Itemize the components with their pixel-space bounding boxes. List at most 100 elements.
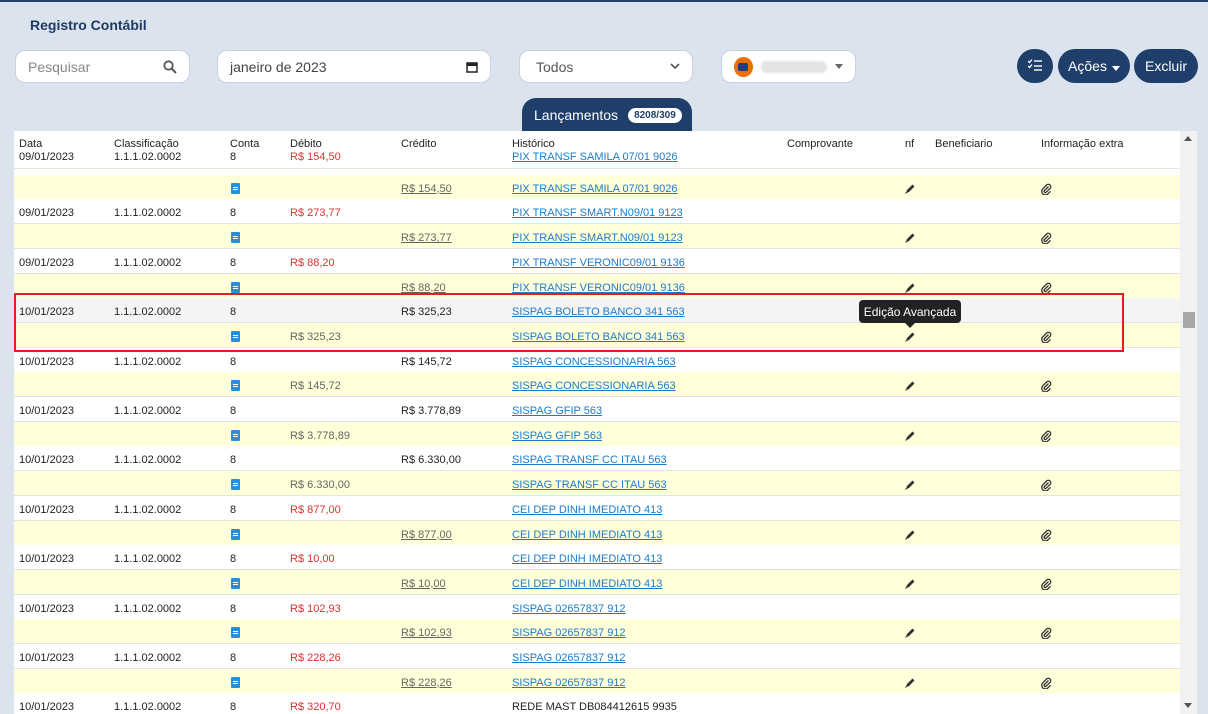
document-icon[interactable] [231,676,240,688]
paperclip-icon[interactable] [1040,183,1052,196]
cell-historico-link[interactable]: PIX TRANSF SMART.N09/01 9123 [512,232,683,244]
cell-historico-link[interactable]: CEI DEP DINH IMEDIATO 413 [512,553,662,565]
cell-historico-link[interactable]: REDE MAST DB084412615 9935 [512,701,677,713]
table-row[interactable]: 10/01/2023 1.1.1.02.0002 8 R$ 3.778,89 SISPA… [14,397,1180,422]
pencil-icon[interactable] [904,627,916,639]
paperclip-icon[interactable] [1040,479,1052,492]
table-row[interactable]: 10/01/2023 1.1.1.02.0002 8 R$ 10,00 CEI DEP … [14,545,1180,571]
search-input[interactable]: Pesquisar [28,59,90,75]
col-data[interactable]: Data [19,138,42,150]
cell-historico-link[interactable]: CEI DEP DINH IMEDIATO 413 [512,529,662,541]
cell-historico-link[interactable]: SISPAG 02657837 912 [512,603,626,615]
calendar-icon[interactable] [466,61,478,73]
filter-select[interactable]: Todos [519,50,693,83]
document-icon[interactable] [231,182,240,194]
month-picker[interactable]: janeiro de 2023 [217,50,491,83]
cell-historico-link[interactable]: PIX TRANSF VERONIC09/01 9136 [512,257,685,269]
table-row-entry[interactable]: R$ 10,00 CEI DEP DINH IMEDIATO 413 [14,569,1180,595]
table-row[interactable]: 10/01/2023 1.1.1.02.0002 8 R$ 102,93 SISPAG … [14,594,1180,620]
table-row[interactable]: 09/01/2023 1.1.1.02.0002 8 R$ 88,20 PIX TRAN… [14,248,1180,274]
document-icon[interactable] [231,627,240,639]
cell-historico-link[interactable]: SISPAG 02657837 912 [512,652,626,664]
cell-historico-link[interactable]: SISPAG 02657837 912 [512,677,626,689]
document-icon[interactable] [231,429,240,441]
document-icon[interactable] [231,281,240,293]
col-informacao-extra[interactable]: Informação extra [1041,138,1124,150]
table-row-entry[interactable]: R$ 6.330,00 SISPAG TRANSF CC ITAU 563 [14,471,1180,497]
pencil-icon[interactable] [904,232,916,244]
pencil-icon[interactable] [904,183,916,195]
vertical-scrollbar[interactable] [1180,131,1197,714]
cell-historico-link[interactable]: PIX TRANSF SMART.N09/01 9123 [512,207,683,219]
col-comprovante[interactable]: Comprovante [787,138,853,150]
cell-credito-link[interactable]: R$ 10,00 [401,578,446,590]
pencil-icon[interactable] [904,430,916,442]
paperclip-icon[interactable] [1040,232,1052,245]
cell-historico-link[interactable]: SISPAG GFIP 563 [512,405,602,417]
scroll-thumb[interactable] [1183,312,1195,328]
col-historico[interactable]: Histórico [512,138,555,150]
paperclip-icon[interactable] [1040,578,1052,591]
pencil-icon[interactable] [904,529,916,541]
table-row-entry[interactable]: R$ 228,26 SISPAG 02657837 912 [14,668,1180,694]
paperclip-icon[interactable] [1040,380,1052,393]
paperclip-icon[interactable] [1040,529,1052,542]
document-icon[interactable] [231,232,240,244]
scroll-up-arrow[interactable] [1184,136,1192,141]
paperclip-icon[interactable] [1040,430,1052,443]
cell-credito-link[interactable]: R$ 154,50 [401,183,452,195]
table-row-entry[interactable]: R$ 154,50 PIX TRANSF SAMILA 07/01 9026 [14,174,1180,200]
cell-historico-link[interactable]: SISPAG CONCESSIONARIA 563 [512,380,676,392]
table-row[interactable]: 10/01/2023 1.1.1.02.0002 8 R$ 320,70 REDE MA… [14,693,1180,714]
search-icon[interactable] [163,59,177,74]
cell-credito-link[interactable]: R$ 88,20 [401,282,446,294]
search-field[interactable]: Pesquisar [15,50,190,83]
cell-historico-link[interactable]: SISPAG TRANSF CC ITAU 563 [512,479,667,491]
cell-credito-link[interactable]: R$ 877,00 [401,529,452,541]
col-debito[interactable]: Débito [290,138,322,150]
document-icon[interactable] [231,479,240,491]
table-row[interactable]: 10/01/2023 1.1.1.02.0002 8 R$ 877,00 CEI DEP… [14,495,1180,521]
col-classificacao[interactable]: Classificação [114,138,179,150]
cell-historico-link[interactable]: SISPAG GFIP 563 [512,430,602,442]
pencil-icon[interactable] [904,380,916,392]
pencil-icon[interactable] [904,578,916,590]
document-icon[interactable] [231,577,240,589]
tab-lancamentos[interactable]: Lançamentos 8208/309 [522,98,692,132]
col-credito[interactable]: Crédito [401,138,436,150]
table-row-entry[interactable]: R$ 273,77 PIX TRANSF SMART.N09/01 9123 [14,224,1180,250]
bank-account-select[interactable] [721,50,856,83]
table-row-entry[interactable]: R$ 3.778,89 SISPAG GFIP 563 [14,421,1180,447]
acoes-button[interactable]: Ações [1058,49,1130,83]
cell-credito-link[interactable]: R$ 102,93 [401,627,452,639]
col-beneficiario[interactable]: Beneficiario [935,138,992,150]
col-conta[interactable]: Conta [230,138,259,150]
document-icon[interactable] [231,380,240,392]
pencil-icon[interactable] [904,479,916,491]
cell-historico-link[interactable]: CEI DEP DINH IMEDIATO 413 [512,578,662,590]
table-row-entry[interactable]: R$ 877,00 CEI DEP DINH IMEDIATO 413 [14,520,1180,546]
table-row[interactable]: 09/01/2023 1.1.1.02.0002 8 R$ 273,77 PIX TRA… [14,199,1180,225]
cell-credito-link[interactable]: R$ 228,26 [401,677,452,689]
cell-historico-link[interactable]: CEI DEP DINH IMEDIATO 413 [512,504,662,516]
table-row-entry[interactable]: R$ 145,72 SISPAG CONCESSIONARIA 563 [14,372,1180,398]
paperclip-icon[interactable] [1040,677,1052,690]
paperclip-icon[interactable] [1040,627,1052,640]
document-icon[interactable] [231,528,240,540]
table-row[interactable]: 10/01/2023 1.1.1.02.0002 8 R$ 6.330,00 SISPA… [14,446,1180,472]
table-row[interactable]: 09/01/2023 1.1.1.02.0002 8 R$ 154,50 PIX TRA… [14,150,1180,169]
col-nf[interactable]: nf [905,138,914,150]
pencil-icon[interactable] [904,282,916,294]
excluir-button[interactable]: Excluir [1134,49,1198,83]
pencil-icon[interactable] [904,677,916,689]
cell-credito-link[interactable]: R$ 273,77 [401,232,452,244]
scroll-down-arrow[interactable] [1184,703,1192,708]
cell-historico-link[interactable]: SISPAG 02657837 912 [512,627,626,639]
paperclip-icon[interactable] [1040,282,1052,295]
table-row[interactable]: 10/01/2023 1.1.1.02.0002 8 R$ 228,26 SISPAG … [14,644,1180,669]
list-options-button[interactable] [1017,49,1053,83]
cell-historico-link[interactable]: PIX TRANSF VERONIC09/01 9136 [512,282,685,294]
table-row-entry[interactable]: R$ 102,93 SISPAG 02657837 912 [14,619,1180,645]
cell-historico-link[interactable]: SISPAG TRANSF CC ITAU 563 [512,454,667,466]
cell-historico-link[interactable]: PIX TRANSF SAMILA 07/01 9026 [512,183,678,195]
